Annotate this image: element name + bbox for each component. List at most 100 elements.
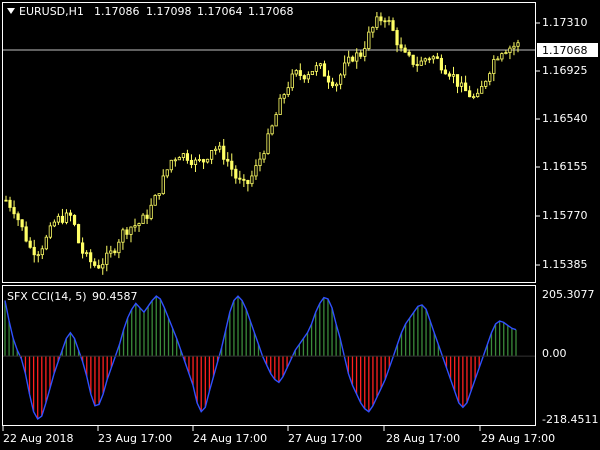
candle-body bbox=[121, 229, 125, 243]
symbol-dropdown-icon[interactable] bbox=[7, 8, 15, 14]
candle-body bbox=[117, 241, 121, 254]
trading-chart[interactable]: EURUSD,H1 1.17086 1.17098 1.17064 1.1706… bbox=[0, 0, 600, 450]
time-axis-label: 29 Aug 17:00 bbox=[481, 432, 555, 445]
candle-body bbox=[105, 252, 109, 265]
candle-body bbox=[431, 56, 435, 60]
candle-body bbox=[363, 48, 367, 57]
candle-body bbox=[407, 51, 411, 56]
candle-body bbox=[302, 75, 306, 80]
price-axis-label: 1.16925 bbox=[542, 64, 588, 77]
indicator-name: SFX CCI(14, 5) bbox=[7, 290, 87, 303]
candle-body bbox=[145, 214, 149, 219]
candle-body bbox=[310, 70, 314, 75]
indicator-axis-label: 205.3077 bbox=[542, 288, 595, 301]
candle-body bbox=[137, 223, 141, 227]
candle-body bbox=[8, 199, 12, 208]
candle-body bbox=[64, 212, 69, 223]
time-axis-label: 23 Aug 17:00 bbox=[98, 432, 172, 445]
candle-body bbox=[141, 214, 145, 224]
candle-body bbox=[447, 73, 452, 77]
candle-body bbox=[226, 158, 230, 162]
time-axis-label: 24 Aug 17:00 bbox=[193, 432, 267, 445]
candle-body bbox=[129, 226, 133, 235]
candle-body bbox=[165, 169, 169, 177]
candle-body bbox=[472, 96, 476, 98]
candle-body bbox=[270, 125, 274, 135]
candle-body bbox=[286, 87, 290, 96]
candle-body bbox=[274, 114, 278, 127]
candle-body bbox=[383, 20, 387, 23]
candle-body bbox=[68, 212, 73, 216]
candle-body bbox=[508, 47, 512, 53]
candle-body bbox=[85, 252, 89, 255]
candle-body bbox=[512, 45, 516, 49]
candle-body bbox=[80, 242, 85, 254]
candle-body bbox=[32, 246, 36, 256]
symbol-label: EURUSD,H1 bbox=[19, 5, 84, 18]
candle-body bbox=[488, 73, 492, 82]
candle-body bbox=[4, 199, 8, 202]
candle-body bbox=[339, 74, 343, 85]
ohlc-low: 1.17064 bbox=[197, 5, 243, 18]
candle-body bbox=[480, 86, 484, 94]
candle-body bbox=[185, 153, 190, 161]
candle-body bbox=[161, 175, 165, 195]
candle-body bbox=[40, 248, 44, 256]
candle-body bbox=[189, 159, 194, 165]
candle-body bbox=[435, 56, 439, 59]
candle-body bbox=[60, 215, 65, 223]
candle-body bbox=[250, 175, 254, 185]
candle-body bbox=[504, 52, 508, 54]
candle-body bbox=[205, 158, 210, 163]
candle-body bbox=[230, 160, 234, 170]
candle-body bbox=[242, 178, 246, 181]
candle-body bbox=[56, 215, 61, 223]
candle-body bbox=[234, 168, 238, 179]
candle-body bbox=[326, 75, 331, 83]
candle-body bbox=[16, 213, 20, 221]
price-axis-label: 1.16540 bbox=[542, 112, 588, 125]
candle-body bbox=[334, 83, 339, 87]
candle-body bbox=[193, 159, 198, 165]
candle-body bbox=[298, 70, 302, 76]
candle-body bbox=[153, 195, 157, 206]
price-axis-label: 1.16155 bbox=[542, 160, 588, 173]
current-price-tag-label: 1.17068 bbox=[542, 44, 588, 57]
candle-body bbox=[218, 145, 222, 150]
candle-body bbox=[496, 58, 500, 61]
time-axis-label: 22 Aug 2018 bbox=[3, 432, 73, 445]
candle-body bbox=[379, 16, 383, 22]
candle-body bbox=[36, 254, 40, 257]
ohlc-open: 1.17086 bbox=[94, 5, 140, 18]
candle-body bbox=[419, 60, 423, 66]
candle-body bbox=[468, 90, 472, 98]
candle-body bbox=[109, 250, 113, 254]
candle-body bbox=[173, 159, 177, 162]
candle-body bbox=[12, 207, 16, 215]
candle-body bbox=[306, 74, 310, 80]
candle-body bbox=[427, 58, 431, 61]
candle-body bbox=[76, 224, 81, 244]
candle-body bbox=[387, 20, 391, 22]
candle-body bbox=[48, 225, 52, 238]
ohlc-close: 1.17068 bbox=[248, 5, 294, 18]
candle-body bbox=[169, 159, 173, 171]
candle-body bbox=[197, 159, 202, 161]
candle-body bbox=[89, 252, 93, 263]
candle-body bbox=[290, 73, 294, 89]
candle-body bbox=[343, 62, 347, 76]
candle-body bbox=[476, 92, 480, 97]
indicator-frame bbox=[2, 285, 536, 426]
candle-body bbox=[367, 31, 371, 49]
price-axis-label: 1.15770 bbox=[542, 209, 588, 222]
ohlc-high: 1.17098 bbox=[146, 5, 192, 18]
candle-body bbox=[439, 57, 444, 71]
candle-body bbox=[411, 54, 415, 65]
candle-body bbox=[423, 58, 427, 62]
candle-body bbox=[395, 30, 399, 46]
candle-body bbox=[459, 82, 464, 87]
candle-body bbox=[97, 265, 101, 269]
candle-body bbox=[149, 204, 153, 219]
candle-body bbox=[455, 74, 460, 87]
candle-body bbox=[52, 221, 56, 227]
